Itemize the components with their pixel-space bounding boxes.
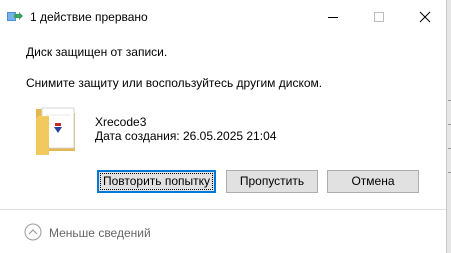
maximize-icon bbox=[374, 12, 384, 22]
title-bar[interactable]: 1 действие прервано bbox=[0, 0, 447, 33]
retry-button[interactable]: Повторить попытку bbox=[97, 170, 216, 193]
file-name: Xrecode3 bbox=[95, 115, 147, 129]
file-created-date: Дата создания: 26.05.2025 21:04 bbox=[95, 129, 277, 143]
focus-rectangle bbox=[100, 173, 213, 190]
window-title: 1 действие прервано bbox=[30, 10, 148, 24]
close-button[interactable] bbox=[402, 0, 448, 33]
message-line-2: Снимите защиту или воспользуйтесь другим… bbox=[26, 76, 323, 90]
skip-button[interactable]: Пропустить bbox=[226, 170, 318, 193]
message-line-1: Диск защищен от записи. bbox=[26, 45, 168, 59]
minimize-button[interactable] bbox=[310, 0, 356, 33]
background-window-edge bbox=[446, 0, 451, 253]
cancel-button[interactable]: Отмена bbox=[327, 170, 419, 193]
skip-label: Пропустить bbox=[239, 174, 305, 188]
operation-interrupted-dialog: 1 действие прервано Диск защищен от запи… bbox=[0, 0, 451, 253]
minimize-icon bbox=[328, 17, 338, 18]
chevron-up-icon bbox=[24, 223, 42, 241]
close-icon bbox=[419, 11, 431, 23]
cancel-label: Отмена bbox=[351, 174, 395, 188]
maximize-button[interactable] bbox=[356, 0, 402, 33]
file-move-icon bbox=[7, 11, 23, 23]
divider bbox=[0, 209, 446, 210]
less-details-label: Меньше сведений bbox=[49, 226, 151, 240]
folder-icon bbox=[33, 103, 81, 157]
